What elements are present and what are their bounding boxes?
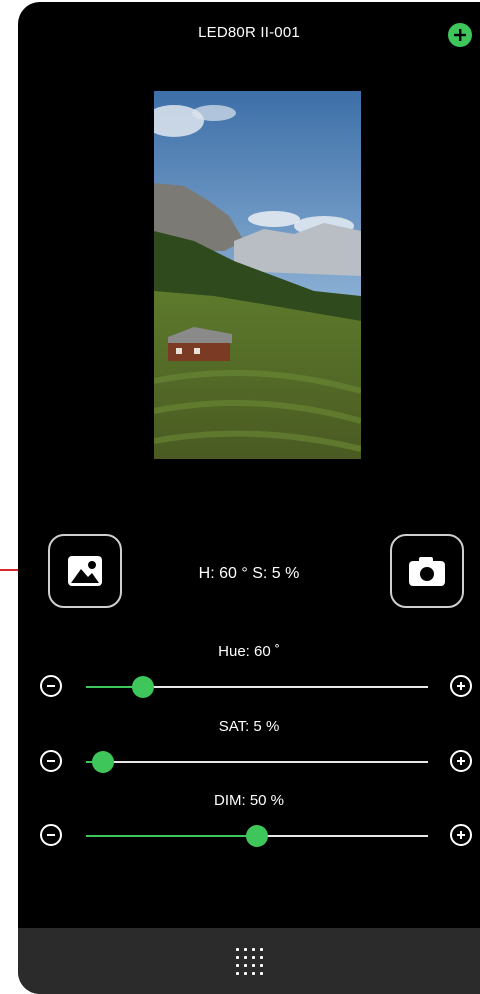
hue-decrease-button[interactable] <box>40 675 62 697</box>
guide-line-left <box>0 569 20 571</box>
minus-icon <box>47 685 55 687</box>
dim-slider-thumb[interactable] <box>246 825 268 847</box>
preview-image <box>154 91 361 459</box>
plus-icon <box>457 831 465 839</box>
saturation-increase-button[interactable] <box>450 750 472 772</box>
saturation-label: SAT: 5 % <box>218 718 280 735</box>
camera-icon <box>409 557 445 586</box>
add-device-button[interactable] <box>448 23 472 47</box>
dim-increase-button[interactable] <box>450 824 472 846</box>
dim-decrease-button[interactable] <box>40 824 62 846</box>
minus-icon <box>47 834 55 836</box>
hue-slider-thumb[interactable] <box>132 676 154 698</box>
app-screen: LED80R II-001 H: 60 ° S: 5 % Hue: 60 ˚ S… <box>18 2 480 994</box>
dim-label: DIM: 50 % <box>213 792 285 809</box>
bottom-bar <box>18 928 480 994</box>
saturation-decrease-button[interactable] <box>40 750 62 772</box>
dim-slider[interactable] <box>86 825 428 847</box>
plus-icon <box>457 757 465 765</box>
saturation-slider-thumb[interactable] <box>92 751 115 773</box>
dim-slider-fill <box>86 835 257 837</box>
plus-icon <box>454 29 466 41</box>
minus-icon <box>47 760 55 762</box>
plus-icon <box>457 682 465 690</box>
hue-label: Hue: 60 ˚ <box>218 643 280 660</box>
hue-increase-button[interactable] <box>450 675 472 697</box>
device-title: LED80R II-001 <box>198 24 300 41</box>
camera-button[interactable] <box>390 534 464 608</box>
grid-menu-icon[interactable] <box>235 947 263 975</box>
hue-slider[interactable] <box>86 676 428 698</box>
saturation-slider[interactable] <box>86 751 428 773</box>
